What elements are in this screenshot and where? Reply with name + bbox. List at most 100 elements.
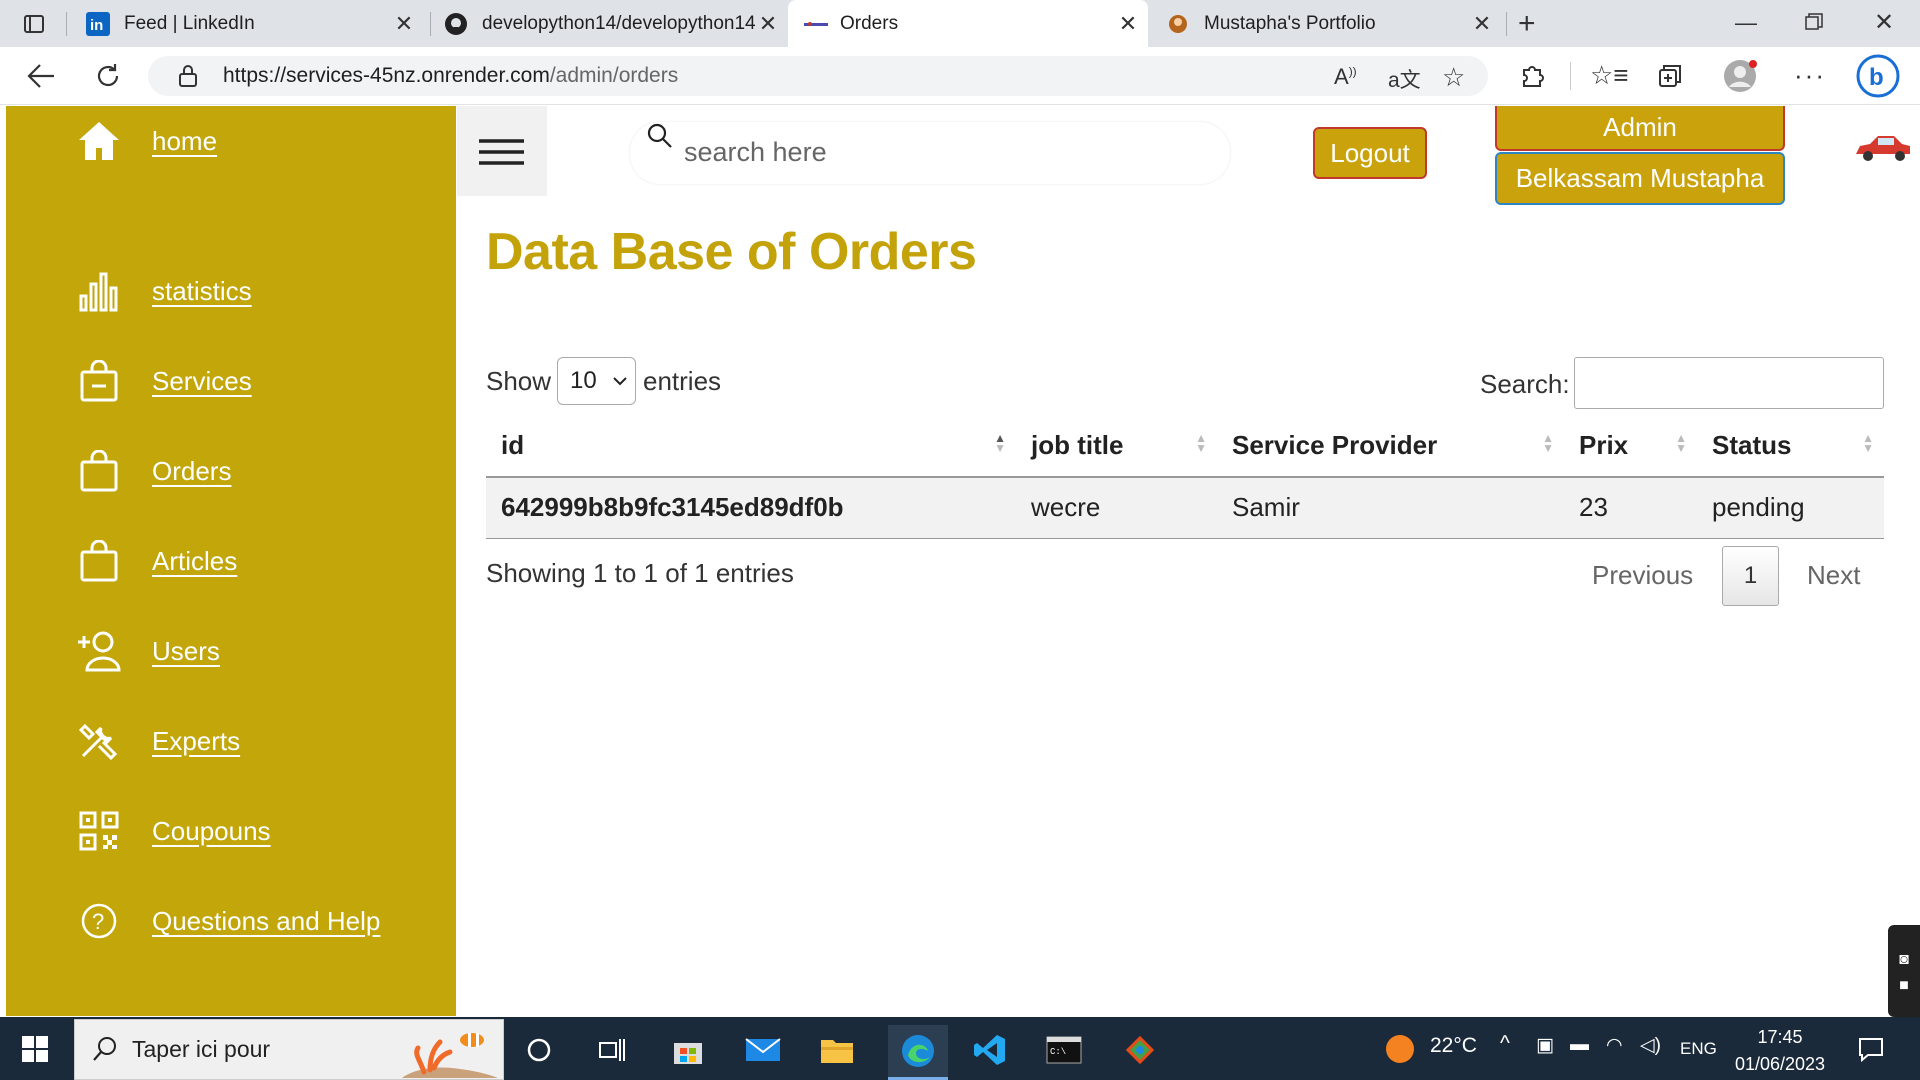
extensions-icon[interactable] xyxy=(1518,62,1546,90)
admin-button[interactable]: Admin xyxy=(1495,106,1785,151)
column-header-id[interactable]: id ▲ ▼ xyxy=(486,415,1016,478)
weather-icon[interactable] xyxy=(1384,1033,1416,1065)
wifi-icon[interactable]: ◠ xyxy=(1606,1034,1623,1057)
sidebar-item-coupouns[interactable]: Coupouns xyxy=(72,801,271,861)
tab-title: Mustapha's Portfolio xyxy=(1204,12,1376,34)
search-input[interactable]: search here xyxy=(684,134,827,170)
windows-start-icon[interactable] xyxy=(22,1036,48,1062)
cortana-icon[interactable] xyxy=(514,1025,564,1075)
profile-avatar[interactable] xyxy=(1722,58,1758,94)
lock-icon[interactable] xyxy=(178,64,198,88)
portfolio-favicon xyxy=(1166,12,1190,36)
column-header-status[interactable]: Status ▲ ▼ xyxy=(1697,415,1884,478)
sidebar-item-label[interactable]: statistics xyxy=(152,276,252,307)
window-close-icon[interactable]: ✕ xyxy=(1874,8,1894,37)
new-tab-icon[interactable]: + xyxy=(1518,9,1536,39)
table-search-input[interactable] xyxy=(1574,357,1884,409)
taskbar-search-text[interactable]: Taper ici pour xyxy=(132,1036,270,1063)
temperature-text[interactable]: 22°C xyxy=(1430,1034,1477,1058)
column-header-label: Service Provider xyxy=(1232,430,1438,460)
sidebar-item-label[interactable]: Articles xyxy=(152,546,237,577)
column-header-job-title[interactable]: job title ▲ ▼ xyxy=(1016,415,1217,478)
sidebar-item-orders[interactable]: Orders xyxy=(72,441,231,501)
sidebar-item-statistics[interactable]: statistics xyxy=(72,261,252,321)
menu-toggle-button[interactable] xyxy=(457,106,547,196)
tab-title: Orders xyxy=(840,12,899,34)
tab-github[interactable]: developython14/developython14 ✕ xyxy=(436,0,786,47)
notifications-icon[interactable] xyxy=(1858,1036,1884,1062)
page-title: Data Base of Orders xyxy=(486,223,977,281)
capture-toolbar[interactable]: ◙ ■ xyxy=(1888,925,1920,1017)
favorites-icon[interactable]: ☆≡ xyxy=(1590,60,1628,91)
back-icon[interactable] xyxy=(26,62,56,90)
tab-linkedin[interactable]: in Feed | LinkedIn ✕ xyxy=(72,0,424,47)
tab-orders[interactable]: Orders ✕ xyxy=(788,0,1148,47)
sidebar-item-questions[interactable]: ? Questions and Help xyxy=(72,891,380,951)
sidebar-item-label[interactable]: Coupouns xyxy=(152,816,271,847)
sidebar-item-users[interactable]: Users xyxy=(72,621,220,681)
sidebar-item-label[interactable]: home xyxy=(152,126,217,157)
sidebar-item-label[interactable]: Services xyxy=(152,366,252,397)
battery-icon[interactable]: ▬ xyxy=(1570,1034,1589,1056)
sidebar-item-experts[interactable]: Experts xyxy=(72,711,240,771)
page-1-button[interactable]: 1 xyxy=(1722,546,1779,606)
bing-icon[interactable]: b xyxy=(1856,54,1900,98)
car-icon xyxy=(1852,134,1914,164)
add-favorite-icon[interactable]: ☆ xyxy=(1442,62,1465,93)
git-gui-icon[interactable] xyxy=(1112,1025,1168,1075)
sidebar-item-label[interactable]: Orders xyxy=(152,456,231,487)
mail-icon[interactable] xyxy=(738,1025,788,1075)
sidebar-item-label[interactable]: Experts xyxy=(152,726,240,757)
column-header-prix[interactable]: Prix ▲ ▼ xyxy=(1564,415,1697,478)
language-indicator[interactable]: ENG xyxy=(1680,1039,1717,1059)
orders-table: id ▲ ▼ job title ▲ ▼ Service Provider ▲ ▼ Prix… xyxy=(486,415,1884,539)
file-explorer-icon[interactable] xyxy=(812,1025,862,1075)
cell-job-title: wecre xyxy=(1016,477,1217,539)
volume-icon[interactable]: ◁) xyxy=(1640,1034,1661,1057)
logout-button[interactable]: Logout xyxy=(1313,127,1427,179)
table-info: Showing 1 to 1 of 1 entries xyxy=(486,558,794,588)
tab-title: Feed | LinkedIn xyxy=(124,12,255,34)
sidebar-item-services[interactable]: Services xyxy=(72,351,252,411)
column-header-label: Status xyxy=(1712,430,1792,460)
translate-icon[interactable]: a文 xyxy=(1388,64,1421,94)
sidebar-item-label[interactable]: Questions and Help xyxy=(152,906,380,937)
edge-taskbar-icon[interactable] xyxy=(888,1025,948,1080)
linkedin-icon: in xyxy=(86,11,110,36)
minimize-icon[interactable]: — xyxy=(1735,10,1757,36)
refresh-icon[interactable] xyxy=(94,62,122,90)
url-path: /admin/orders xyxy=(549,64,679,87)
tab-portfolio[interactable]: Mustapha's Portfolio ✕ xyxy=(1152,0,1502,47)
close-tab-icon[interactable]: ✕ xyxy=(1470,11,1494,36)
clock[interactable]: 17:45 01/06/2023 xyxy=(1720,1024,1840,1078)
task-view-icon[interactable] xyxy=(587,1025,637,1075)
cell-status: pending xyxy=(1697,477,1884,539)
collections-icon[interactable] xyxy=(1656,62,1684,90)
terminal-icon[interactable]: C:\ xyxy=(1036,1025,1092,1075)
home-icon xyxy=(72,114,126,168)
sort-icon: ▲ ▼ xyxy=(1542,431,1554,455)
user-name-button[interactable]: Belkassam Mustapha xyxy=(1495,152,1785,205)
sidebar-item-home[interactable]: home xyxy=(72,111,217,171)
close-tab-icon[interactable]: ✕ xyxy=(392,11,416,36)
vscode-icon[interactable] xyxy=(962,1025,1018,1075)
chevron-up-icon[interactable]: ^ xyxy=(1500,1032,1510,1056)
qr-code-icon xyxy=(72,804,126,858)
entries-length-select[interactable]: 10 xyxy=(557,357,636,405)
device-icon[interactable]: ▣ xyxy=(1536,1034,1554,1057)
tab-actions-icon[interactable] xyxy=(22,12,46,36)
close-tab-icon[interactable]: ✕ xyxy=(756,11,780,36)
sidebar-item-articles[interactable]: Articles xyxy=(72,531,237,591)
camera-icon[interactable]: ◙ xyxy=(1888,951,1920,969)
sidebar-item-label[interactable]: Users xyxy=(152,636,220,667)
microsoft-store-icon[interactable] xyxy=(663,1025,713,1075)
url-text[interactable]: https://services-45nz.onrender.com/admin… xyxy=(223,62,678,90)
previous-page-button[interactable]: Previous xyxy=(1592,560,1693,591)
video-icon[interactable]: ■ xyxy=(1888,977,1920,995)
close-tab-icon[interactable]: ✕ xyxy=(1116,11,1140,36)
read-aloud-icon[interactable]: A)) xyxy=(1334,64,1357,90)
next-page-button[interactable]: Next xyxy=(1807,560,1860,591)
more-icon[interactable]: ··· xyxy=(1794,60,1826,91)
restore-icon[interactable] xyxy=(1805,13,1823,31)
column-header-service-provider[interactable]: Service Provider ▲ ▼ xyxy=(1217,415,1564,478)
